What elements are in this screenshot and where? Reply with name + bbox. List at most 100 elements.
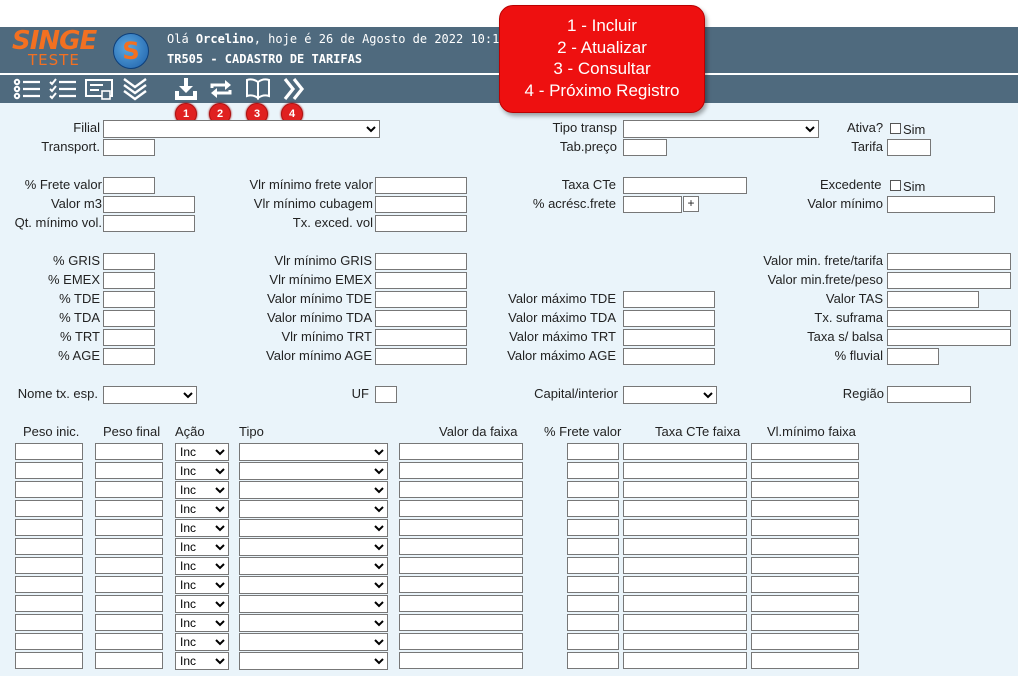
peso-inic-field[interactable] bbox=[15, 519, 83, 536]
nome-tx-esp-select[interactable] bbox=[103, 386, 197, 404]
pct-frete-valor-faixa-field[interactable] bbox=[567, 538, 619, 555]
valor-faixa-field[interactable] bbox=[399, 500, 523, 517]
taxa-cte-faixa-field[interactable] bbox=[623, 519, 747, 536]
pct-frete-valor-faixa-field[interactable] bbox=[567, 633, 619, 650]
tipo-select[interactable] bbox=[239, 633, 388, 651]
taxa-cte-faixa-field[interactable] bbox=[623, 538, 747, 555]
tipo-select[interactable] bbox=[239, 595, 388, 613]
tipo-select[interactable] bbox=[239, 443, 388, 461]
tab-preco-field[interactable] bbox=[623, 139, 667, 156]
peso-final-field[interactable] bbox=[95, 519, 163, 536]
pct-frete-valor-faixa-field[interactable] bbox=[567, 462, 619, 479]
uf-field[interactable] bbox=[375, 386, 397, 403]
valor-faixa-field[interactable] bbox=[399, 614, 523, 631]
peso-inic-field[interactable] bbox=[15, 652, 83, 669]
next-record-button[interactable] bbox=[280, 76, 308, 102]
peso-final-field[interactable] bbox=[95, 633, 163, 650]
pct-tda-field[interactable] bbox=[103, 310, 155, 327]
acao-select[interactable]: Inc bbox=[175, 633, 229, 651]
pct-gris-field[interactable] bbox=[103, 253, 155, 270]
vl-minimo-faixa-field[interactable] bbox=[751, 500, 859, 517]
valor-max-tde-field[interactable] bbox=[623, 291, 715, 308]
peso-inic-field[interactable] bbox=[15, 443, 83, 460]
taxa-cte-faixa-field[interactable] bbox=[623, 576, 747, 593]
pct-trt-field[interactable] bbox=[103, 329, 155, 346]
tipo-select[interactable] bbox=[239, 576, 388, 594]
ativa-checkbox[interactable] bbox=[890, 123, 901, 134]
valor-faixa-field[interactable] bbox=[399, 557, 523, 574]
peso-final-field[interactable] bbox=[95, 538, 163, 555]
valor-faixa-field[interactable] bbox=[399, 481, 523, 498]
peso-final-field[interactable] bbox=[95, 500, 163, 517]
peso-final-field[interactable] bbox=[95, 481, 163, 498]
valor-max-trt-field[interactable] bbox=[623, 329, 715, 346]
vl-minimo-faixa-field[interactable] bbox=[751, 557, 859, 574]
peso-inic-field[interactable] bbox=[15, 462, 83, 479]
peso-inic-field[interactable] bbox=[15, 557, 83, 574]
pct-frete-valor-faixa-field[interactable] bbox=[567, 652, 619, 669]
vl-minimo-faixa-field[interactable] bbox=[751, 595, 859, 612]
vlr-min-emex-field[interactable] bbox=[375, 272, 467, 289]
valor-max-age-field[interactable] bbox=[623, 348, 715, 365]
peso-final-field[interactable] bbox=[95, 443, 163, 460]
pct-frete-valor-faixa-field[interactable] bbox=[567, 500, 619, 517]
valor-faixa-field[interactable] bbox=[399, 519, 523, 536]
valor-faixa-field[interactable] bbox=[399, 443, 523, 460]
update-button[interactable] bbox=[207, 76, 235, 102]
peso-final-field[interactable] bbox=[95, 576, 163, 593]
taxa-cte-field[interactable] bbox=[623, 177, 747, 194]
excedente-checkbox[interactable] bbox=[890, 180, 901, 191]
checklist-icon[interactable] bbox=[48, 76, 78, 102]
transport-field[interactable] bbox=[103, 139, 155, 156]
peso-final-field[interactable] bbox=[95, 614, 163, 631]
valor-faixa-field[interactable] bbox=[399, 576, 523, 593]
valor-min-frete-peso-field[interactable] bbox=[887, 272, 1011, 289]
tipo-select[interactable] bbox=[239, 481, 388, 499]
peso-final-field[interactable] bbox=[95, 462, 163, 479]
valor-faixa-field[interactable] bbox=[399, 652, 523, 669]
acao-select[interactable]: Inc bbox=[175, 481, 229, 499]
peso-inic-field[interactable] bbox=[15, 500, 83, 517]
qt-minimo-vol-field[interactable] bbox=[103, 215, 195, 232]
pct-tde-field[interactable] bbox=[103, 291, 155, 308]
valor-faixa-field[interactable] bbox=[399, 633, 523, 650]
vl-minimo-faixa-field[interactable] bbox=[751, 462, 859, 479]
pct-frete-valor-faixa-field[interactable] bbox=[567, 557, 619, 574]
vl-minimo-faixa-field[interactable] bbox=[751, 538, 859, 555]
tipo-select[interactable] bbox=[239, 500, 388, 518]
peso-inic-field[interactable] bbox=[15, 538, 83, 555]
tx-suframa-field[interactable] bbox=[887, 310, 1011, 327]
vl-minimo-faixa-field[interactable] bbox=[751, 443, 859, 460]
vl-minimo-faixa-field[interactable] bbox=[751, 652, 859, 669]
taxa-cte-faixa-field[interactable] bbox=[623, 614, 747, 631]
valor-min-frete-tarifa-field[interactable] bbox=[887, 253, 1011, 270]
vlr-min-frete-valor-field[interactable] bbox=[375, 177, 467, 194]
tx-exced-vol-field[interactable] bbox=[375, 215, 467, 232]
peso-inic-field[interactable] bbox=[15, 614, 83, 631]
vl-minimo-faixa-field[interactable] bbox=[751, 633, 859, 650]
acao-select[interactable]: Inc bbox=[175, 557, 229, 575]
peso-final-field[interactable] bbox=[95, 557, 163, 574]
add-acresc-button[interactable]: + bbox=[683, 196, 699, 212]
valor-min-age-field[interactable] bbox=[375, 348, 467, 365]
pct-frete-valor-faixa-field[interactable] bbox=[567, 576, 619, 593]
valor-min-tde-field[interactable] bbox=[375, 291, 467, 308]
peso-final-field[interactable] bbox=[95, 595, 163, 612]
tarifa-field[interactable] bbox=[887, 139, 931, 156]
taxa-cte-faixa-field[interactable] bbox=[623, 462, 747, 479]
vlr-min-trt-field[interactable] bbox=[375, 329, 467, 346]
vlr-min-cubagem-field[interactable] bbox=[375, 196, 467, 213]
pct-age-field[interactable] bbox=[103, 348, 155, 365]
valor-m3-field[interactable] bbox=[103, 196, 195, 213]
vl-minimo-faixa-field[interactable] bbox=[751, 614, 859, 631]
acao-select[interactable]: Inc bbox=[175, 443, 229, 461]
vl-minimo-faixa-field[interactable] bbox=[751, 519, 859, 536]
pct-emex-field[interactable] bbox=[103, 272, 155, 289]
tipo-select[interactable] bbox=[239, 652, 388, 670]
pct-acresc-frete-field[interactable] bbox=[623, 196, 682, 213]
pct-frete-valor-faixa-field[interactable] bbox=[567, 614, 619, 631]
valor-minimo-field[interactable] bbox=[887, 196, 995, 213]
capital-interior-select[interactable] bbox=[623, 386, 717, 404]
pct-fluvial-field[interactable] bbox=[887, 348, 939, 365]
include-button[interactable] bbox=[172, 76, 200, 102]
